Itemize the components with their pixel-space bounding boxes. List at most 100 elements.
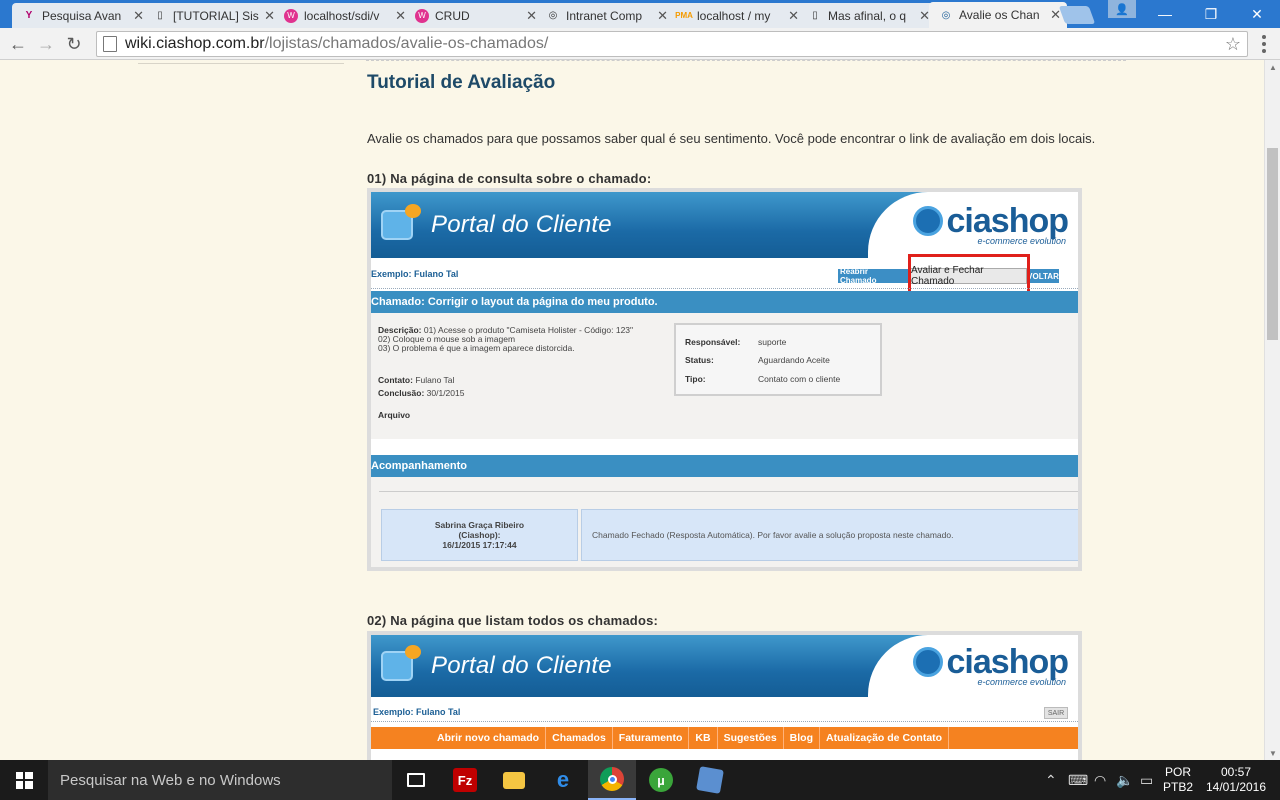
sair-button[interactable]: SAIR	[1044, 707, 1068, 719]
address-bar[interactable]: wiki.ciashop.com.br/lojistas/chamados/av…	[96, 31, 1248, 57]
tab-phpmyadmin[interactable]: PMA localhost / my ✕	[667, 3, 805, 28]
wamp-icon: W	[415, 8, 429, 23]
tab-title: Avalie os Chan	[959, 8, 1040, 22]
portal-header: Portal do Cliente ciashop e-commerce evo…	[371, 192, 1078, 258]
tab-title: [TUTORIAL] Sis	[173, 8, 259, 23]
contato-conclusao: Contato: Fulano Tal Conclusão: 30/1/2015	[378, 375, 465, 398]
globe-icon: ◎	[941, 9, 951, 21]
scroll-up-icon[interactable]: ▲	[1265, 60, 1280, 74]
clock[interactable]: 00:57 14/01/2016	[1202, 765, 1270, 795]
tab-intranet[interactable]: ◎ Intranet Comp ✕	[536, 3, 674, 28]
message-text: Chamado Fechado (Resposta Automática). P…	[581, 509, 1078, 561]
step1-title: 01) Na página de consulta sobre o chamad…	[367, 171, 652, 186]
tab-title: Pesquisa Avan	[42, 8, 122, 23]
nav-kb[interactable]: KB	[689, 727, 718, 749]
chrome-icon[interactable]	[588, 760, 636, 800]
browser-tab-strip: Y Pesquisa Avan ✕ ▯ [TUTORIAL] Sis ✕ W l…	[0, 0, 1280, 28]
intro-text: Avalie os chamados para que possamos sab…	[367, 131, 1096, 146]
task-view-icon[interactable]	[392, 760, 440, 800]
tab-mas-afinal[interactable]: ▯ Mas afinal, o q ✕	[798, 3, 936, 28]
menu-icon[interactable]	[1256, 34, 1272, 54]
new-tab-button[interactable]	[1058, 6, 1096, 24]
tab-crud[interactable]: W CRUD ✕	[405, 3, 543, 28]
restore-icon[interactable]: ❐	[1188, 0, 1234, 28]
bookmark-star-icon[interactable]: ☆	[1225, 34, 1241, 55]
status-row: Status:	[685, 355, 714, 365]
tab-tutorial[interactable]: ▯ [TUTORIAL] Sis ✕	[143, 3, 281, 28]
phpmyadmin-icon: PMA	[675, 11, 693, 20]
input-language[interactable]: POR PTB2	[1162, 765, 1194, 795]
portal-chat-icon	[381, 645, 421, 681]
nav-atualizacao-contato[interactable]: Atualização de Contato	[820, 727, 950, 749]
chamado-title-bar: Chamado: Corrigir o layout da página do …	[371, 291, 1078, 313]
yahoo-icon: Y	[25, 10, 33, 21]
utorrent-icon[interactable]: µ	[637, 760, 685, 800]
divider	[371, 721, 1078, 722]
edge-icon[interactable]: e	[539, 760, 587, 800]
tab-title: Mas afinal, o q	[828, 8, 907, 23]
windows-logo-icon	[15, 771, 33, 789]
page-icon	[103, 36, 117, 52]
keyboard-icon[interactable]: ⌨	[1068, 772, 1088, 789]
brand-subtitle: e-commerce evolution	[977, 677, 1066, 687]
divider	[371, 288, 1078, 289]
sidebar-remnant	[138, 60, 344, 64]
scroll-down-icon[interactable]: ▼	[1265, 746, 1280, 760]
wamp-icon: W	[284, 8, 298, 23]
window-close-icon[interactable]: ✕	[1234, 0, 1280, 28]
action-center-icon[interactable]: ▭	[1140, 772, 1153, 789]
responsavel-value: suporte	[758, 337, 787, 347]
forward-arrow-icon[interactable]: →	[34, 32, 58, 56]
step2-title: 02) Na página que listam todos os chamad…	[367, 613, 659, 628]
filezilla-icon[interactable]: Fz	[441, 760, 489, 800]
nav-abrir-chamado[interactable]: Abrir novo chamado	[431, 727, 547, 749]
tab-title: Intranet Comp	[566, 8, 643, 23]
page-content: Tutorial de Avaliação Avalie os chamados…	[0, 60, 1264, 760]
url-domain: wiki.ciashop.com.br	[125, 35, 265, 52]
portal-chat-icon	[381, 204, 421, 240]
taskbar-search[interactable]: Pesquisar na Web e no Windows	[48, 760, 392, 800]
voltar-button[interactable]: VOLTAR	[1027, 269, 1059, 283]
reabrir-chamado-button[interactable]: Reabrir Chamado	[838, 267, 908, 285]
portal-title: Portal do Cliente	[431, 211, 612, 238]
user-name: Exemplo: Fulano Tal	[373, 707, 461, 717]
file-explorer-icon[interactable]	[490, 760, 538, 800]
reload-icon[interactable]: ↻	[62, 32, 86, 56]
scroll-thumb[interactable]	[1267, 148, 1278, 340]
acompanhamento-bar: Acompanhamento	[371, 455, 1078, 477]
nav-chamados[interactable]: Chamados	[546, 727, 613, 749]
tab-localhost-sdi[interactable]: W localhost/sdi/v ✕	[274, 3, 412, 28]
page-scrollbar[interactable]: ▲ ▼	[1264, 60, 1280, 760]
ciashop-logo: ciashop	[912, 204, 1069, 238]
page-icon: ▯	[157, 10, 163, 21]
start-button[interactable]	[0, 760, 48, 800]
ciashop-logo: ciashop	[912, 645, 1069, 679]
portal-header: Portal do Cliente ciashop e-commerce evo…	[371, 635, 1078, 697]
status-value: Aguardando Aceite	[758, 355, 830, 365]
nav-blog[interactable]: Blog	[784, 727, 820, 749]
brand-subtitle: e-commerce evolution	[977, 236, 1066, 246]
user-name: Exemplo: Fulano Tal	[371, 269, 459, 279]
tab-pesquisa[interactable]: Y Pesquisa Avan ✕	[12, 3, 150, 28]
nav-sugestoes[interactable]: Sugestões	[718, 727, 784, 749]
portal-nav: Abrir novo chamado Chamados Faturamento …	[371, 727, 1078, 749]
nav-faturamento[interactable]: Faturamento	[613, 727, 690, 749]
divider	[366, 60, 1126, 61]
back-arrow-icon[interactable]: ←	[6, 32, 30, 56]
divider	[379, 491, 1078, 492]
chamado-details: Descrição: 01) Acesse o produto "Camiset…	[371, 313, 1078, 439]
tab-avalie[interactable]: ◎ Avalie os Chan ✕	[929, 2, 1067, 28]
responsavel-row: Responsável:	[685, 337, 741, 347]
portal-title: Portal do Cliente	[431, 652, 612, 679]
volume-icon[interactable]: 🔈	[1116, 772, 1133, 789]
minimize-icon[interactable]: —	[1142, 0, 1188, 28]
wifi-icon[interactable]: ◠	[1094, 772, 1106, 789]
globe-icon: ◎	[548, 10, 558, 21]
page-title: Tutorial de Avaliação	[367, 72, 556, 93]
chevron-up-icon[interactable]: ⌃	[1045, 772, 1057, 789]
virtualbox-icon[interactable]	[686, 760, 734, 800]
page-icon: ▯	[812, 10, 818, 21]
user-profile-icon[interactable]: 👤	[1108, 0, 1136, 18]
globe-icon	[912, 647, 943, 677]
url-path: /lojistas/chamados/avalie-os-chamados/	[264, 35, 549, 52]
